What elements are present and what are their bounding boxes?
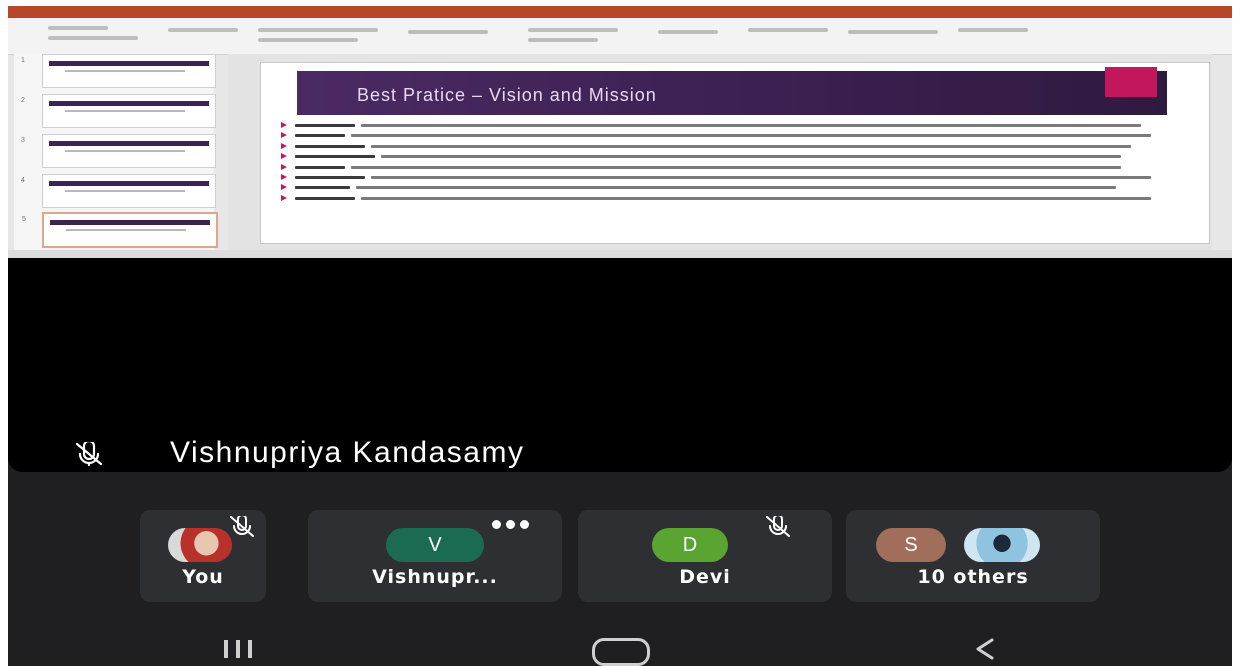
participant-name: 10 others	[917, 566, 1029, 588]
thumbnail-number: 1	[21, 57, 25, 64]
recent-apps-icon[interactable]	[224, 640, 252, 658]
slide-accent-box	[1105, 67, 1157, 97]
slide-bullet	[281, 173, 1181, 183]
avatar: D	[652, 528, 728, 562]
thumbnail-number: 5	[22, 216, 26, 223]
slide-bullet	[281, 183, 1181, 193]
participant-tile-others[interactable]: S 10 others	[846, 510, 1100, 602]
current-slide: Best Pratice – Vision and Mission	[260, 62, 1210, 244]
slide-bullet	[281, 194, 1181, 204]
slide-thumbnail[interactable]: 3	[21, 134, 216, 168]
home-icon[interactable]	[592, 638, 650, 666]
slide-header: Best Pratice – Vision and Mission	[297, 67, 1167, 115]
slide-title: Best Pratice – Vision and Mission	[357, 85, 657, 105]
meeting-screen: 1 2 3 4 5 Best Pratice – Vision and Miss…	[8, 6, 1232, 666]
slide-bullet	[281, 142, 1181, 152]
participant-name: You	[182, 566, 224, 588]
thumbnail-number: 2	[21, 97, 25, 104]
participant-tile-you[interactable]: You	[140, 510, 266, 602]
active-speaker-area[interactable]: Vishnupriya Kandasamy	[8, 258, 1232, 472]
powerpoint-titlebar	[8, 6, 1232, 18]
mic-off-icon	[75, 442, 103, 466]
shared-screen[interactable]: 1 2 3 4 5 Best Pratice – Vision and Miss…	[8, 6, 1232, 258]
slide-thumbnail[interactable]: 1	[21, 54, 216, 88]
participant-tile-vishnupriya[interactable]: V Vishnupr...	[308, 510, 562, 602]
participant-name: Devi	[679, 566, 731, 588]
system-navigation-bar	[8, 612, 1232, 666]
more-options-icon[interactable]	[492, 520, 529, 529]
slide-bullets	[281, 121, 1181, 204]
powerpoint-ribbon	[8, 18, 1232, 55]
participant-tile-devi[interactable]: D Devi	[578, 510, 832, 602]
thumbnail-number: 3	[21, 137, 25, 144]
speaker-name: Vishnupriya Kandasamy	[170, 436, 525, 469]
avatar	[964, 528, 1040, 562]
slide-thumbnail[interactable]: 2	[21, 94, 216, 128]
avatar: V	[386, 528, 484, 562]
slide-thumbnail-active[interactable]: 5	[22, 212, 218, 248]
avatar	[168, 528, 232, 562]
slide-bullet	[281, 131, 1181, 141]
participant-name: Vishnupr...	[372, 566, 498, 588]
powerpoint-statusbar	[8, 250, 1232, 258]
back-icon[interactable]	[970, 634, 1000, 664]
slide-thumbnail[interactable]: 4	[21, 174, 216, 208]
slide-bullet	[281, 163, 1181, 173]
mic-off-icon	[230, 516, 254, 537]
thumbnail-number: 4	[21, 177, 25, 184]
slide-bullet	[281, 121, 1181, 131]
avatar: S	[876, 528, 946, 562]
mic-off-icon	[766, 516, 790, 537]
slide-thumbnails: 1 2 3 4 5	[14, 54, 218, 250]
slide-bullet	[281, 152, 1181, 162]
